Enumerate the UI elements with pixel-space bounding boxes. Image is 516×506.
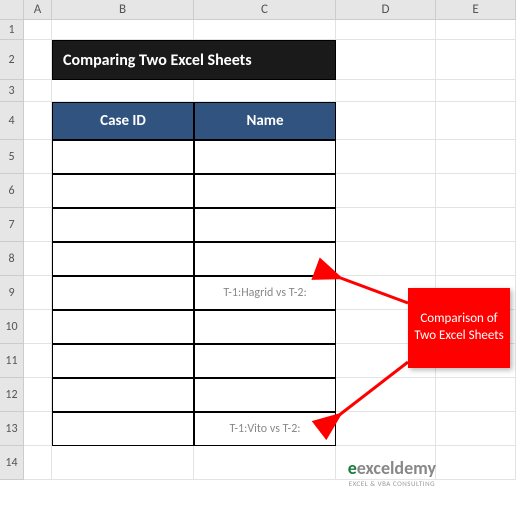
row-header-13[interactable]: 13 — [0, 412, 24, 446]
row-3: 3 — [0, 80, 516, 102]
cell-e14[interactable] — [436, 446, 516, 480]
cell-d4[interactable] — [336, 102, 436, 140]
cell-e8[interactable] — [436, 242, 516, 276]
row-header-8[interactable]: 8 — [0, 242, 24, 276]
cell-d7[interactable] — [336, 208, 436, 242]
col-header-e[interactable]: E — [436, 0, 516, 19]
cell-e13[interactable] — [436, 412, 516, 446]
col-header-b[interactable]: B — [52, 0, 194, 19]
row-header-7[interactable]: 7 — [0, 208, 24, 242]
cell-d3[interactable] — [336, 80, 436, 102]
cell-e4[interactable] — [436, 102, 516, 140]
cell-b5[interactable] — [52, 140, 194, 174]
cell-d5[interactable] — [336, 140, 436, 174]
row-header-3[interactable]: 3 — [0, 80, 24, 102]
row-2: 2 Comparing Two Excel Sheets — [0, 40, 516, 80]
cell-c9[interactable]: T-1:Hagrid vs T-2: — [194, 276, 336, 310]
cell-e6[interactable] — [436, 174, 516, 208]
cell-e12[interactable] — [436, 378, 516, 412]
cell-a4[interactable] — [24, 102, 52, 140]
row-4: 4 Case ID Name — [0, 102, 516, 140]
row-5: 5 — [0, 140, 516, 174]
cell-e1[interactable] — [436, 20, 516, 40]
cell-c12[interactable] — [194, 378, 336, 412]
cell-c11[interactable] — [194, 344, 336, 378]
callout-box: Comparison of Two Excel Sheets — [408, 288, 510, 368]
cell-a8[interactable] — [24, 242, 52, 276]
cell-e7[interactable] — [436, 208, 516, 242]
row-6: 6 — [0, 174, 516, 208]
cell-a9[interactable] — [24, 276, 52, 310]
row-header-6[interactable]: 6 — [0, 174, 24, 208]
cell-c8[interactable] — [194, 242, 336, 276]
cell-a5[interactable] — [24, 140, 52, 174]
row-12: 12 — [0, 378, 516, 412]
select-all-cell[interactable] — [0, 0, 24, 19]
cell-d1[interactable] — [336, 20, 436, 40]
row-7: 7 — [0, 208, 516, 242]
logo-text: eexceldemy — [348, 457, 436, 479]
row-header-4[interactable]: 4 — [0, 102, 24, 140]
title-cell[interactable]: Comparing Two Excel Sheets — [52, 40, 336, 80]
cell-c5[interactable] — [194, 140, 336, 174]
cell-e3[interactable] — [436, 80, 516, 102]
cell-c1[interactable] — [194, 20, 336, 40]
cell-b11[interactable] — [52, 344, 194, 378]
row-header-10[interactable]: 10 — [0, 310, 24, 344]
cell-b6[interactable] — [52, 174, 194, 208]
cell-a11[interactable] — [24, 344, 52, 378]
col-header-d[interactable]: D — [336, 0, 436, 19]
cell-b7[interactable] — [52, 208, 194, 242]
arrow-to-row13 — [330, 360, 410, 420]
spreadsheet: A B C D E 1 2 Comparing Two Excel Sheets… — [0, 0, 516, 480]
cell-d8[interactable] — [336, 242, 436, 276]
cell-c7[interactable] — [194, 208, 336, 242]
cell-b13[interactable] — [52, 412, 194, 446]
cell-a2[interactable] — [24, 40, 52, 80]
cell-c14[interactable] — [194, 446, 336, 480]
row-header-14[interactable]: 14 — [0, 446, 24, 480]
cell-e5[interactable] — [436, 140, 516, 174]
row-header-11[interactable]: 11 — [0, 344, 24, 378]
row-header-12[interactable]: 12 — [0, 378, 24, 412]
row-header-5[interactable]: 5 — [0, 140, 24, 174]
row-header-2[interactable]: 2 — [0, 40, 24, 80]
cell-a6[interactable] — [24, 174, 52, 208]
column-headers: A B C D E — [0, 0, 516, 20]
logo: eexceldemy EXCEL & VBA CONSULTING — [348, 459, 436, 488]
cell-b9[interactable] — [52, 276, 194, 310]
cell-b3[interactable] — [52, 80, 194, 102]
col-header-a[interactable]: A — [24, 0, 52, 19]
arrow-to-row9 — [330, 275, 410, 305]
cell-c6[interactable] — [194, 174, 336, 208]
cell-b10[interactable] — [52, 310, 194, 344]
cell-b14[interactable] — [52, 446, 194, 480]
cell-b12[interactable] — [52, 378, 194, 412]
header-case-id[interactable]: Case ID — [52, 102, 194, 140]
cell-a10[interactable] — [24, 310, 52, 344]
col-header-c[interactable]: C — [194, 0, 336, 19]
row-13: 13 T-1:Vito vs T-2: — [0, 412, 516, 446]
cell-b1[interactable] — [52, 20, 194, 40]
cell-c3[interactable] — [194, 80, 336, 102]
cell-a13[interactable] — [24, 412, 52, 446]
row-header-1[interactable]: 1 — [0, 20, 24, 40]
row-header-9[interactable]: 9 — [0, 276, 24, 310]
logo-subtitle: EXCEL & VBA CONSULTING — [349, 479, 435, 488]
cell-a14[interactable] — [24, 446, 52, 480]
cell-e2[interactable] — [436, 40, 516, 80]
cell-d6[interactable] — [336, 174, 436, 208]
row-14: 14 — [0, 446, 516, 480]
cell-a7[interactable] — [24, 208, 52, 242]
cell-c10[interactable] — [194, 310, 336, 344]
cell-b8[interactable] — [52, 242, 194, 276]
row-1: 1 — [0, 20, 516, 40]
cell-d2[interactable] — [336, 40, 436, 80]
cell-a1[interactable] — [24, 20, 52, 40]
cell-c13[interactable]: T-1:Vito vs T-2: — [194, 412, 336, 446]
header-name[interactable]: Name — [194, 102, 336, 140]
cell-a3[interactable] — [24, 80, 52, 102]
cell-a12[interactable] — [24, 378, 52, 412]
row-8: 8 — [0, 242, 516, 276]
